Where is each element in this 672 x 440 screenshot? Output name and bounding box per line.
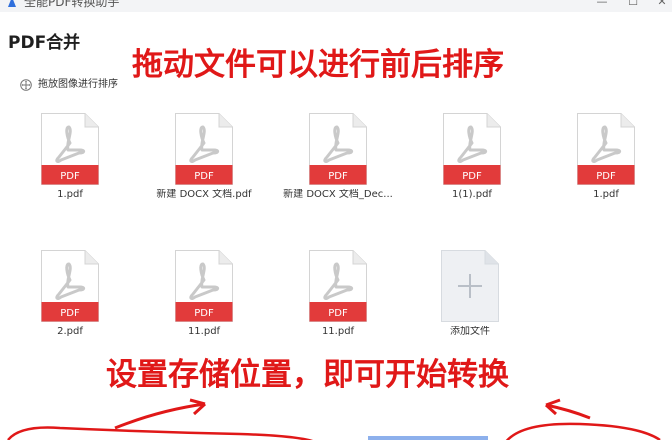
pdf-badge: PDF: [328, 171, 348, 182]
add-file-label: 添加文件: [450, 326, 490, 337]
pdf-file-icon[interactable]: PDF: [577, 113, 635, 185]
file-item[interactable]: PDF 1.pdf: [6, 113, 134, 213]
file-name: 新建 DOCX 文档.pdf: [156, 189, 252, 200]
app-title: 全能PDF转换助手: [24, 0, 120, 9]
file-item[interactable]: PDF 11.pdf: [140, 250, 268, 350]
arrow-right: [545, 403, 591, 420]
pdf-badge: PDF: [194, 308, 214, 319]
annotation-sort: 拖动文件可以进行前后排序: [132, 47, 504, 83]
file-name: 11.pdf: [321, 326, 355, 337]
page-title: PDF合并: [8, 33, 81, 53]
file-name: 2.pdf: [57, 326, 83, 337]
window-titlebar: 全能PDF转换助手 — ☐ ✕: [0, 0, 672, 12]
close-button[interactable]: ✕: [652, 0, 672, 8]
app-logo-icon: [8, 0, 16, 7]
pdf-file-icon[interactable]: PDF: [309, 250, 367, 322]
pdf-badge: PDF: [462, 171, 482, 182]
file-name: 1.pdf: [593, 189, 619, 200]
add-file-doc[interactable]: [441, 250, 499, 322]
pdf-badge: PDF: [596, 171, 616, 182]
file-item[interactable]: PDF 新建 DOCX 文档_Dec...: [274, 113, 402, 213]
circle-right: [505, 422, 661, 440]
file-item[interactable]: PDF 1(1).pdf: [408, 113, 536, 213]
file-item[interactable]: PDF 2.pdf: [6, 250, 134, 350]
drag-move-icon: [20, 79, 32, 91]
file-item[interactable]: PDF 11.pdf: [274, 250, 402, 350]
maximize-button[interactable]: ☐: [623, 0, 643, 8]
pdf-file-icon[interactable]: PDF: [41, 113, 99, 185]
arrow-left: [114, 402, 206, 430]
pdf-file-icon[interactable]: PDF: [175, 113, 233, 185]
file-name: 1(1).pdf: [452, 189, 492, 200]
file-item[interactable]: PDF 新建 DOCX 文档.pdf: [140, 113, 268, 213]
add-file-tile[interactable]: 添加文件: [406, 250, 534, 350]
file-name: 11.pdf: [187, 326, 221, 337]
sort-hint-text: 拖放图像进行排序: [38, 79, 118, 90]
circle-left: [7, 426, 313, 440]
pdf-badge: PDF: [194, 171, 214, 182]
file-item[interactable]: PDF 1.pdf: [542, 113, 670, 213]
pdf-file-icon[interactable]: PDF: [309, 113, 367, 185]
bottom-button-hint: [368, 436, 488, 440]
file-name: 1.pdf: [57, 189, 83, 200]
sort-hint: 拖放图像进行排序: [20, 78, 118, 92]
annotation-save: 设置存储位置，即可开始转换: [106, 357, 509, 393]
pdf-file-icon[interactable]: PDF: [175, 250, 233, 322]
minimize-button[interactable]: —: [592, 0, 612, 8]
pdf-file-icon[interactable]: PDF: [443, 113, 501, 185]
pdf-badge: PDF: [60, 171, 80, 182]
pdf-badge: PDF: [60, 308, 80, 319]
pdf-file-icon[interactable]: PDF: [41, 250, 99, 322]
pdf-badge: PDF: [328, 308, 348, 319]
file-name: 新建 DOCX 文档_Dec...: [283, 189, 393, 200]
